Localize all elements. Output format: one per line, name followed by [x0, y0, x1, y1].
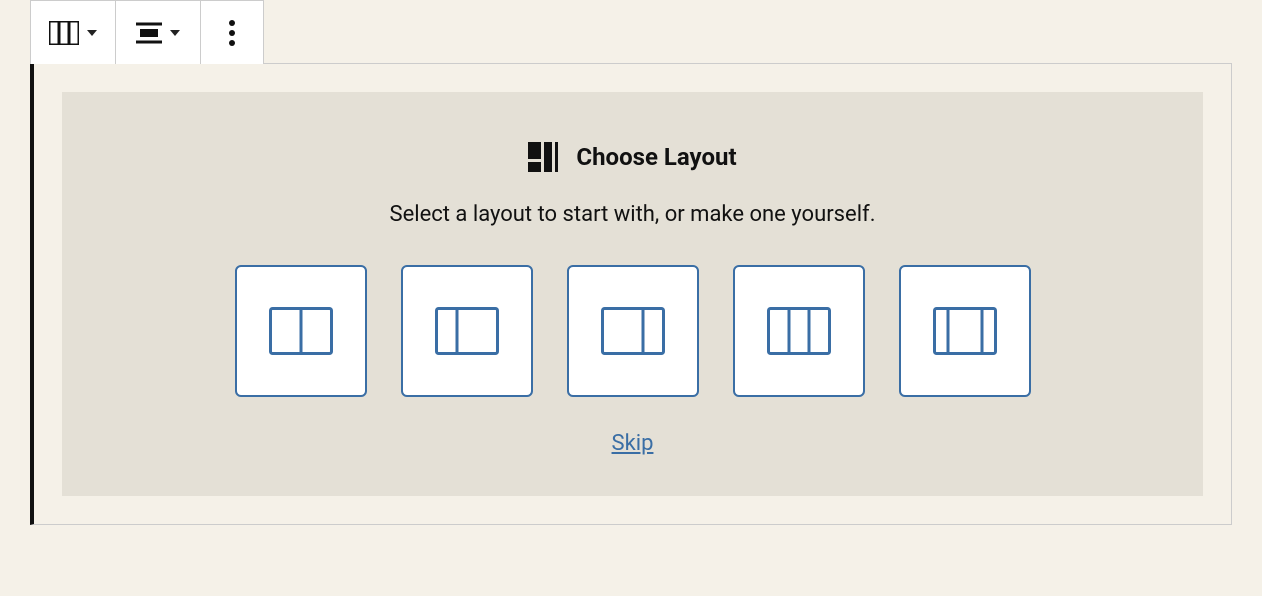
- more-vertical-icon: [229, 19, 235, 47]
- layout-option-50-50[interactable]: [235, 265, 367, 397]
- layout-option-33-66[interactable]: [401, 265, 533, 397]
- placeholder-title: Choose Layout: [576, 143, 736, 171]
- columns-block: Choose Layout Select a layout to start w…: [30, 63, 1232, 525]
- layout-options: [102, 265, 1163, 397]
- layout-option-66-33[interactable]: [567, 265, 699, 397]
- skip-link[interactable]: Skip: [612, 431, 654, 456]
- chevron-down-icon: [170, 30, 180, 36]
- align-icon: [136, 22, 162, 44]
- toolbar-group-align: [116, 0, 201, 64]
- block-toolbar: [30, 0, 1262, 64]
- block-type-button[interactable]: [31, 1, 115, 64]
- more-options-button[interactable]: [201, 1, 263, 64]
- chevron-down-icon: [87, 30, 97, 36]
- layout-option-33-33-33[interactable]: [733, 265, 865, 397]
- layout-option-25-50-25[interactable]: [899, 265, 1031, 397]
- align-button[interactable]: [116, 1, 200, 64]
- layout-placeholder: Choose Layout Select a layout to start w…: [62, 92, 1203, 496]
- layout-icon: [528, 142, 558, 172]
- placeholder-description: Select a layout to start with, or make o…: [102, 202, 1163, 227]
- toolbar-group-block: [30, 0, 116, 64]
- columns-icon: [49, 21, 79, 45]
- placeholder-header: Choose Layout: [102, 142, 1163, 172]
- toolbar-group-more: [201, 0, 264, 64]
